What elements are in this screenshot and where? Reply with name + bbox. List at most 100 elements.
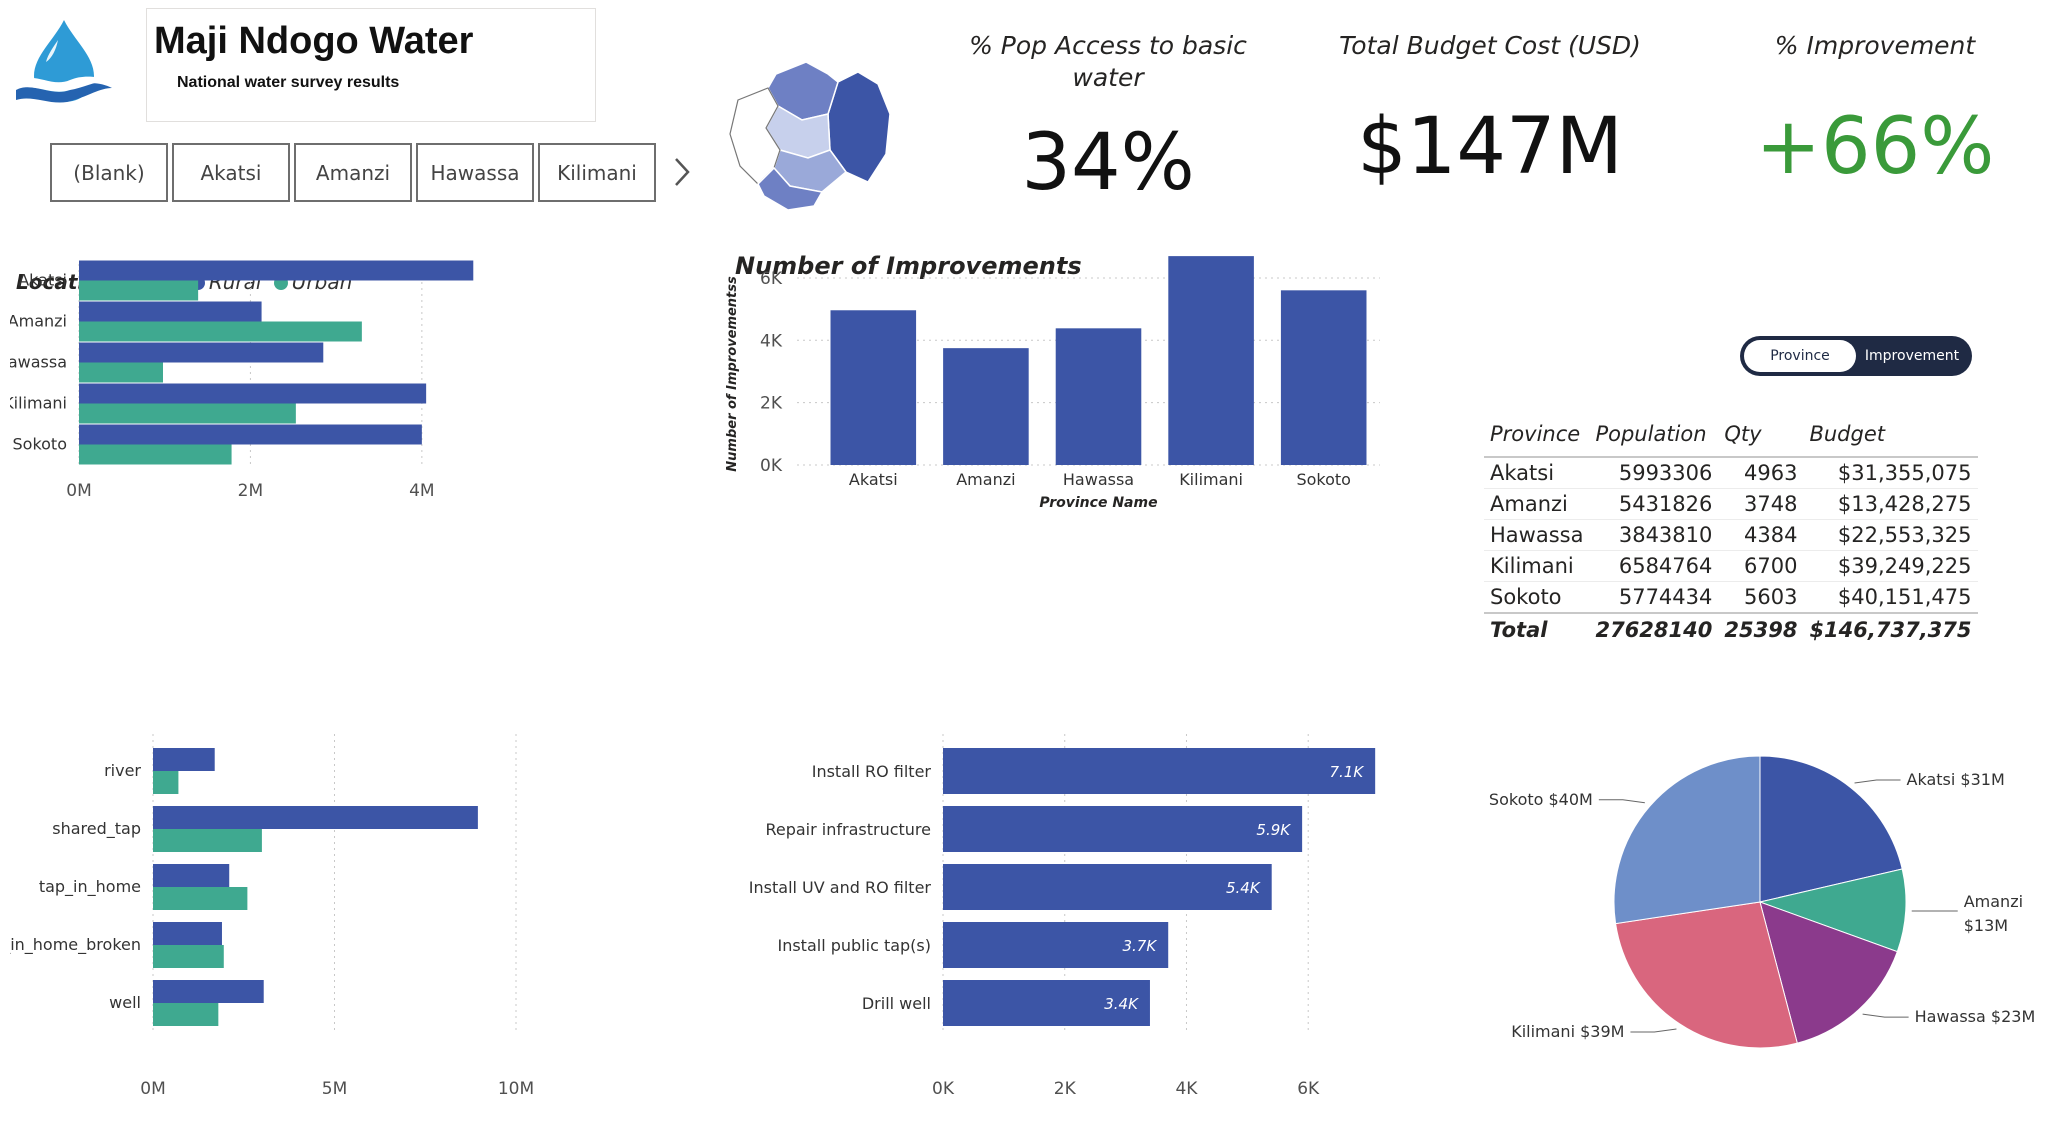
bar-data-label: 7.1K bbox=[1329, 763, 1364, 781]
kpi-improvement-label: % Improvement bbox=[1774, 31, 1976, 60]
bar-improvements bbox=[1280, 290, 1367, 465]
slicer-item-amanzi[interactable]: Amanzi bbox=[294, 143, 412, 202]
bar-urban bbox=[153, 1003, 219, 1026]
x-tick-label: 0M bbox=[140, 1079, 165, 1099]
pie-label: Sokoto $40M bbox=[1489, 790, 1593, 809]
bar-rural bbox=[153, 864, 230, 887]
pie-label: Hawassa $23M bbox=[1915, 1007, 2036, 1026]
x-category-label: Amanzi bbox=[956, 470, 1015, 489]
x-tick-label: 2M bbox=[238, 481, 263, 501]
table-cell: $146,737,375 bbox=[1809, 618, 1972, 642]
x-tick-label: 5M bbox=[322, 1079, 347, 1099]
table-cell: $40,151,475 bbox=[1837, 585, 1972, 609]
x-tick-label: 4M bbox=[409, 481, 434, 501]
x-tick-label: 4K bbox=[1175, 1079, 1198, 1099]
bar-data-label: 5.9K bbox=[1256, 821, 1291, 839]
y-category-label: shared_tap bbox=[52, 819, 141, 839]
table-cell: 3748 bbox=[1743, 492, 1798, 516]
bar-data-label: 5.4K bbox=[1226, 879, 1261, 897]
bar-rural bbox=[153, 922, 222, 945]
kpi-budget-value: $147M bbox=[1357, 102, 1623, 192]
y-category-label: Install RO filter bbox=[812, 762, 932, 781]
y-category-label: Kilimani bbox=[10, 394, 67, 413]
table-cell: Total bbox=[1490, 618, 1548, 642]
pie-leader-line bbox=[1598, 799, 1645, 804]
table-cell: 4384 bbox=[1743, 523, 1798, 547]
bar-improvement-type bbox=[943, 748, 1376, 794]
table-row[interactable]: Akatsi 5993306 4963 $31,355,075 bbox=[1484, 457, 1978, 489]
table-row[interactable]: Kilimani 6584764 6700 $39,249,225 bbox=[1484, 551, 1978, 582]
x-category-label: Sokoto bbox=[1296, 470, 1351, 489]
chevron-right-icon[interactable] bbox=[670, 155, 694, 189]
bar-urban bbox=[79, 444, 232, 465]
y-category-label: well bbox=[109, 993, 141, 1012]
table-cell: 5774434 bbox=[1618, 585, 1713, 609]
table-cell: 3843810 bbox=[1618, 523, 1713, 547]
table-cell: 25398 bbox=[1724, 618, 1798, 642]
page-subtitle: National water survey results bbox=[177, 74, 400, 91]
y-category-label: Hawassa bbox=[10, 353, 67, 372]
table-row[interactable]: Amanzi 5431826 3748 $13,428,275 bbox=[1484, 489, 1978, 520]
column-header[interactable]: Population bbox=[1589, 418, 1718, 457]
table-row[interactable]: Hawassa 3843810 4384 $22,553,325 bbox=[1484, 520, 1978, 551]
table-cell: $31,355,075 bbox=[1837, 461, 1972, 485]
bar-urban bbox=[79, 362, 163, 383]
pie-leader-line bbox=[1862, 1013, 1909, 1018]
table-cell: $39,249,225 bbox=[1837, 554, 1972, 578]
column-header[interactable]: Qty bbox=[1718, 418, 1803, 457]
page-title: Maji Ndogo Water bbox=[154, 20, 474, 62]
x-category-label: Akatsi bbox=[849, 470, 898, 489]
pie-label: Kilimani $39M bbox=[1511, 1022, 1624, 1041]
table-cell: Sokoto bbox=[1490, 585, 1562, 609]
x-tick-label: 0K bbox=[932, 1079, 955, 1099]
bar-rural bbox=[79, 424, 422, 445]
table-total-row: Total 27628140 25398 $146,737,375 bbox=[1484, 613, 1978, 645]
x-axis-title: Province Name bbox=[1039, 495, 1157, 511]
improvement-types-chart: 0K 2K 4K 6K Install RO filter 7.1K Repair infr… bbox=[749, 730, 1376, 1099]
bar-data-label: 3.7K bbox=[1123, 937, 1158, 955]
table-cell: 4963 bbox=[1743, 461, 1798, 485]
table-cell: Hawassa bbox=[1490, 523, 1584, 547]
x-tick-label: 2K bbox=[1054, 1079, 1077, 1099]
column-header[interactable]: Budget bbox=[1803, 418, 1977, 457]
x-tick-label: 10M bbox=[498, 1079, 534, 1099]
bar-urban bbox=[153, 887, 248, 910]
toggle-improvement[interactable]: Improvement bbox=[1856, 340, 1968, 372]
bar-data-label: 3.4K bbox=[1104, 995, 1139, 1013]
pie-leader-line bbox=[1630, 1028, 1677, 1033]
slicer-item-blank[interactable]: (Blank) bbox=[50, 143, 168, 202]
bar-rural bbox=[79, 301, 262, 322]
y-category-label: river bbox=[104, 761, 141, 780]
table-row[interactable]: Sokoto 5774434 5603 $40,151,475 bbox=[1484, 582, 1978, 613]
bar-urban bbox=[153, 945, 224, 968]
water-drop-icon bbox=[16, 20, 112, 103]
bar-urban bbox=[79, 403, 296, 424]
province-map bbox=[729, 61, 891, 211]
kpi-access-value: 34% bbox=[1021, 118, 1195, 208]
bar-improvement-type bbox=[943, 864, 1272, 910]
y-category-label: Sokoto bbox=[13, 435, 68, 454]
bar-rural bbox=[153, 806, 478, 829]
bar-urban bbox=[79, 280, 199, 301]
population-by-province-chart: 0M 2M 4M Akatsi Amanzi Hawassa Kilimani Sokoto bbox=[10, 260, 474, 501]
slicer-item-akatsi[interactable]: Akatsi bbox=[172, 143, 290, 202]
x-category-label: Kilimani bbox=[1179, 470, 1243, 489]
x-tick-label: 6K bbox=[1297, 1079, 1320, 1099]
bar-improvements bbox=[1055, 328, 1142, 465]
kpi-access-label: % Pop Access to basic water bbox=[969, 31, 1247, 92]
y-category-label: tap_in_home_broken bbox=[10, 935, 141, 955]
pie-label: $13M bbox=[1964, 916, 2008, 935]
y-tick-label: 0K bbox=[760, 456, 783, 476]
y-axis-title: Number of Improvementss bbox=[725, 276, 740, 472]
budget-pie-chart: Akatsi $31M Amanzi $13M Hawassa $23M Kiliman… bbox=[1489, 755, 2036, 1049]
pie-leader-line bbox=[1854, 779, 1901, 784]
y-category-label: Install public tap(s) bbox=[777, 936, 931, 955]
kpi-budget-label: Total Budget Cost (USD) bbox=[1339, 31, 1641, 60]
table-cell: 5993306 bbox=[1618, 461, 1713, 485]
toggle-province[interactable]: Province bbox=[1744, 340, 1856, 372]
slicer-item-kilimani[interactable]: Kilimani bbox=[538, 143, 656, 202]
column-header[interactable]: Province bbox=[1484, 418, 1589, 457]
pie-slice-sokoto bbox=[1613, 755, 1761, 925]
slicer-item-hawassa[interactable]: Hawassa bbox=[416, 143, 534, 202]
bar-improvement-type bbox=[943, 806, 1303, 852]
